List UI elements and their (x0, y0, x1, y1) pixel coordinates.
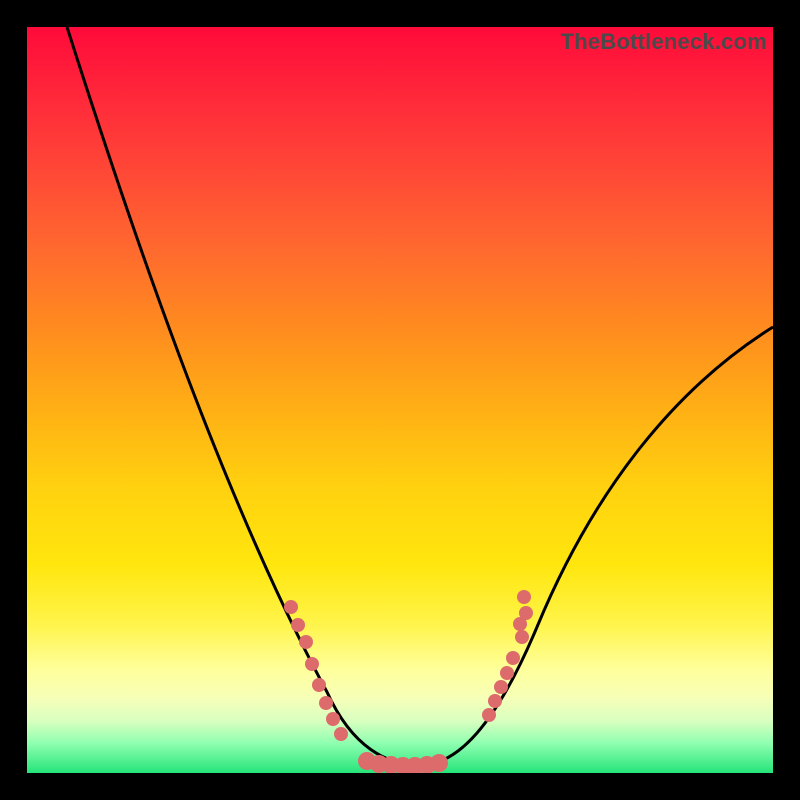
data-point (519, 606, 533, 620)
data-point (430, 754, 448, 772)
data-point (506, 651, 520, 665)
data-point (299, 635, 313, 649)
data-point (319, 696, 333, 710)
data-point (312, 678, 326, 692)
data-point (488, 694, 502, 708)
data-point (284, 600, 298, 614)
plot-area: TheBottleneck.com (27, 27, 773, 773)
chart-svg (27, 27, 773, 773)
data-point (494, 680, 508, 694)
data-point (305, 657, 319, 671)
data-point (482, 708, 496, 722)
data-point (517, 590, 531, 604)
curve-line (67, 27, 773, 765)
data-point (334, 727, 348, 741)
data-point (515, 630, 529, 644)
chart-frame: TheBottleneck.com (0, 0, 800, 800)
data-point (326, 712, 340, 726)
data-point (500, 666, 514, 680)
data-point (291, 618, 305, 632)
